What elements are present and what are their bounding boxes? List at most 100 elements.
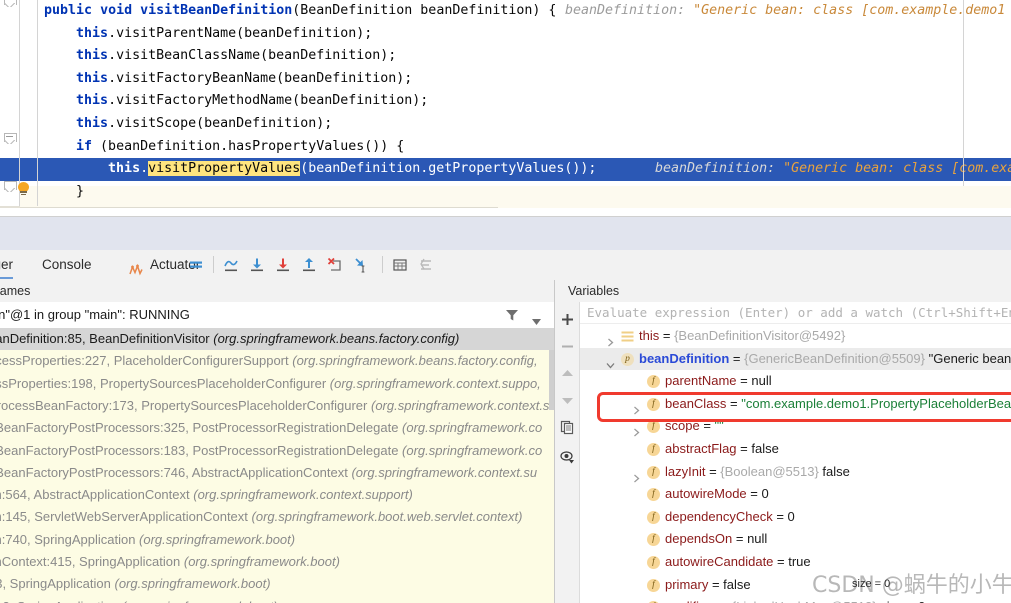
- frame-package: (org.springframework.boot): [183, 554, 340, 569]
- frame-method: eBeanFactoryPostProcessors:746, Abstract…: [0, 464, 352, 480]
- variable-text: autowireMode = 0: [665, 483, 769, 506]
- frame-method: eanDefinition:85, BeanDefinitionVisitor: [0, 331, 214, 346]
- mute-breakpoints-icon[interactable]: [418, 257, 434, 273]
- tab-debugger[interactable]: gger: [0, 250, 14, 279]
- code-token: .visitBeanClassName(beanDefinition);: [108, 48, 397, 64]
- frame-package: (org.springframework.context.suppo,: [329, 375, 541, 391]
- frame-row[interactable]: sh:145, ServletWebServerApplicationConte…: [0, 506, 555, 528]
- hint-value: "Generic bean: class [com.example.: [783, 161, 1011, 177]
- frame-row-text: eBeanFactoryPostProcessors:746, Abstract…: [0, 462, 537, 484]
- chevron-right-icon[interactable]: [632, 400, 641, 415]
- frame-package: (org.springframework.boot): [114, 576, 271, 592]
- variable-row[interactable]: f lazyInit = {Boolean@5513} false: [580, 461, 1011, 484]
- frame-row[interactable]: shContext:415, SpringApplication (org.sp…: [0, 551, 555, 573]
- variable-reference: {Boolean@5513}: [720, 463, 819, 479]
- tab-console[interactable]: Console: [42, 250, 92, 279]
- code-line-current[interactable]: this.visitPropertyValues(beanDefinition.…: [0, 158, 1011, 181]
- frame-row[interactable]: eBeanFactoryPostProcessors:325, PostProc…: [0, 417, 555, 439]
- code-line[interactable]: this.visitFactoryMethodName(beanDefiniti…: [0, 90, 1011, 113]
- variable-equals: =: [726, 395, 742, 411]
- force-step-into-icon[interactable]: [275, 257, 291, 273]
- move-down-icon[interactable]: [560, 393, 575, 408]
- code-line[interactable]: }: [0, 181, 1011, 204]
- variable-equals: =: [699, 418, 715, 434]
- frame-row[interactable]: ProcessBeanFactory:173, PropertySourcesP…: [0, 395, 555, 417]
- frame-method: sh:145, ServletWebServerApplicationConte…: [0, 509, 252, 525]
- variable-name: primary: [665, 576, 709, 592]
- variable-row[interactable]: f scope = "": [580, 415, 1011, 438]
- code-line[interactable]: this.visitBeanClassName(beanDefinition);: [0, 45, 1011, 68]
- frame-row[interactable]: eanDefinition:85, BeanDefinitionVisitor …: [0, 328, 555, 351]
- variable-value: 0: [787, 508, 795, 524]
- run-to-cursor-icon[interactable]: [353, 257, 369, 273]
- debug-toolwindow-tabs[interactable]: gger Console Actuator: [0, 250, 1011, 281]
- editor-hscrollbar-thumb[interactable]: [20, 207, 498, 208]
- evaluate-expression-input[interactable]: Evaluate expression (Enter) or add a wat…: [580, 302, 1011, 324]
- chevron-down-icon[interactable]: [532, 312, 541, 325]
- step-out-icon[interactable]: [301, 257, 317, 273]
- add-watch-icon[interactable]: [560, 312, 575, 327]
- chevron-right-icon[interactable]: [632, 422, 641, 437]
- fold-marker-icon[interactable]: [4, 181, 17, 192]
- code-line[interactable]: this.visitFactoryBeanName(beanDefinition…: [0, 68, 1011, 91]
- frames-panel-title: Frames: [0, 280, 555, 302]
- code-line[interactable]: public void visitBeanDefinition(BeanDefi…: [0, 0, 1011, 23]
- variable-row[interactable]: f abstractFlag = false: [580, 438, 1011, 461]
- frame-row[interactable]: eBeanFactoryPostProcessors:183, PostProc…: [0, 440, 555, 462]
- evaluate-expression-icon[interactable]: [392, 257, 408, 273]
- variable-equals: =: [705, 463, 721, 479]
- frame-row[interactable]: ocessProperties:227, PlaceholderConfigur…: [0, 350, 555, 372]
- fold-marker-icon[interactable]: [4, 133, 17, 144]
- code-line[interactable]: this.visitScope(beanDefinition);: [0, 113, 1011, 136]
- variable-row[interactable]: f beanClass = "com.example.demo1.Property…: [580, 393, 1011, 416]
- variable-value: "": [714, 418, 724, 434]
- intention-bulb-icon[interactable]: [17, 182, 30, 195]
- remove-watch-icon[interactable]: [560, 339, 575, 354]
- variable-kind-badge: f: [647, 443, 660, 456]
- variable-row[interactable]: p beanDefinition = {GenericBeanDefinition…: [580, 347, 1011, 371]
- frame-row-text: sh:145, ServletWebServerApplicationConte…: [0, 506, 522, 528]
- frame-row[interactable]: essProperties:198, PropertySourcesPlaceh…: [0, 373, 555, 395]
- variable-row[interactable]: f dependsOn = null: [580, 528, 1011, 551]
- chevron-right-icon[interactable]: [632, 468, 641, 483]
- drop-frame-icon[interactable]: [327, 257, 343, 273]
- variable-row[interactable]: f parentName = null: [580, 370, 1011, 393]
- step-into-icon[interactable]: [249, 257, 265, 273]
- frame-package: (org.springframework.context.support): [193, 487, 413, 503]
- variable-name: autowireCandidate: [665, 554, 774, 569]
- chevron-right-icon[interactable]: [606, 332, 615, 347]
- variables-tree[interactable]: Evaluate expression (Enter) or add a wat…: [580, 302, 1011, 603]
- fold-marker-icon[interactable]: [4, 0, 17, 7]
- show-execution-point-icon[interactable]: [188, 257, 204, 273]
- frame-row[interactable]: sh:740, SpringApplication (org.springfra…: [0, 529, 555, 551]
- frame-row[interactable]: sh:564, AbstractApplicationContext (org.…: [0, 484, 555, 506]
- variable-row[interactable]: this = {BeanDefinitionVisitor@5492}: [580, 325, 1011, 348]
- frame-row[interactable]: 312, SpringApplication (org.springframew…: [0, 596, 555, 603]
- thread-selector[interactable]: ain"@1 in group "main": RUNNING: [0, 302, 555, 329]
- frames-list[interactable]: eanDefinition:85, BeanDefinitionVisitor …: [0, 328, 555, 603]
- frame-row-text: eBeanFactoryPostProcessors:183, PostProc…: [0, 440, 542, 462]
- toolbar-separator: [382, 256, 383, 273]
- view-as-icon[interactable]: [560, 450, 575, 465]
- variable-row[interactable]: f dependencyCheck = 0: [580, 506, 1011, 529]
- move-up-icon[interactable]: [560, 366, 575, 381]
- variable-row[interactable]: f autowireMode = 0: [580, 483, 1011, 506]
- chevron-down-icon[interactable]: [606, 355, 615, 369]
- variable-kind-badge: f: [647, 578, 660, 592]
- variable-value: size = 0: [877, 599, 925, 603]
- copy-value-icon[interactable]: [560, 420, 575, 435]
- variable-reference: {GenericBeanDefinition@5509}: [744, 350, 925, 366]
- step-over-icon[interactable]: [223, 257, 239, 273]
- frame-row[interactable]: eBeanFactoryPostProcessors:746, Abstract…: [0, 462, 555, 484]
- code-line[interactable]: this.visitParentName(beanDefinition);: [0, 23, 1011, 46]
- code-editor[interactable]: public void visitBeanDefinition(BeanDefi…: [0, 0, 1011, 208]
- frame-row-text: ocessProperties:227, PlaceholderConfigur…: [0, 350, 538, 372]
- filter-icon[interactable]: [505, 308, 519, 322]
- frame-row[interactable]: 03, SpringApplication (org.springframewo…: [0, 573, 555, 595]
- variable-value: false: [723, 576, 751, 592]
- variable-name: parentName: [665, 373, 737, 389]
- code-line[interactable]: if (beanDefinition.hasPropertyValues()) …: [0, 136, 1011, 159]
- tab-console-label: Console: [42, 257, 92, 272]
